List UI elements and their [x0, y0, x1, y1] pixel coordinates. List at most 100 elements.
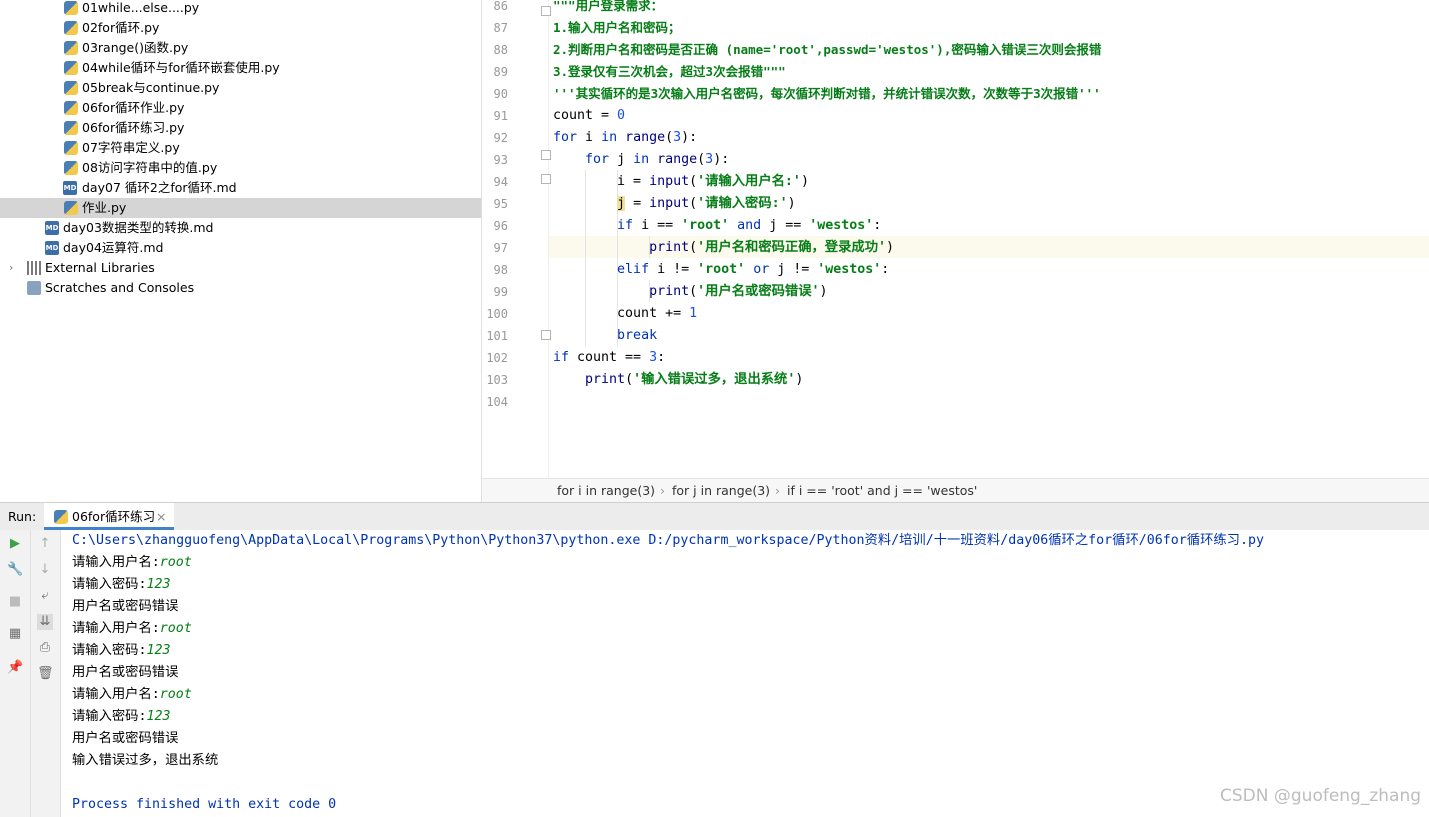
tree-item[interactable]: 02for循环.py: [0, 18, 481, 38]
tree-item[interactable]: MD day03数据类型的转换.md: [0, 218, 481, 238]
console-line: 请输入密码:123: [72, 574, 171, 596]
code-line[interactable]: print('用户名和密码正确，登录成功'): [553, 237, 894, 259]
chevron-right-icon[interactable]: ›: [9, 258, 13, 278]
console-text: 用户名或密码错误: [72, 599, 179, 614]
code-line[interactable]: if i == 'root' and j == 'westos':: [553, 215, 881, 237]
console-user-input: root: [159, 687, 192, 702]
tree-item[interactable]: MD day04运算符.md: [0, 238, 481, 258]
run-tab[interactable]: 06for循环练习 ×: [44, 503, 174, 530]
run-tab-label: 06for循环练习: [72, 509, 156, 524]
line-number: 93: [493, 153, 508, 167]
tree-item[interactable]: 03range()函数.py: [0, 38, 481, 58]
tree-item[interactable]: 08访问字符串中的值.py: [0, 158, 481, 178]
breadcrumb-item[interactable]: for j in range(3): [672, 479, 770, 503]
tree-item[interactable]: 01while...else....py: [0, 0, 481, 18]
console-user-input: 123: [146, 577, 171, 592]
scroll-to-end-icon[interactable]: ⇊: [37, 614, 53, 630]
line-number: 98: [493, 263, 508, 277]
console-output[interactable]: [61, 530, 1429, 817]
arrow-down-icon[interactable]: ↓: [37, 562, 53, 578]
console-command: C:\Users\zhangguofeng\AppData\Local\Prog…: [72, 533, 1264, 548]
python-file-icon: [64, 21, 78, 35]
chevron-right-icon: ›: [775, 483, 780, 498]
python-file-icon: [64, 141, 78, 155]
code-line[interactable]: print('输入错误过多，退出系统'): [553, 369, 803, 391]
fold-marker-icon[interactable]: [541, 6, 551, 16]
stop-icon[interactable]: ■: [7, 594, 23, 610]
console-text: 请输入用户名:: [72, 621, 160, 636]
console-line: 请输入密码:123: [72, 706, 171, 728]
tree-item[interactable]: 06for循环练习.py: [0, 118, 481, 138]
code-line[interactable]: print('用户名或密码错误'): [553, 281, 827, 303]
fold-marker-icon[interactable]: [541, 174, 551, 184]
breadcrumb: for i in range(3) › for j in range(3) › …: [482, 478, 1429, 503]
code-line[interactable]: count = 0: [553, 105, 625, 127]
pin-icon[interactable]: 📌: [7, 660, 23, 676]
tree-item[interactable]: 06for循环作业.py: [0, 98, 481, 118]
rerun-icon[interactable]: ▶: [7, 536, 23, 552]
project-tree: 01while...else....py 02for循环.py 03range(…: [0, 0, 482, 502]
python-file-icon: [64, 1, 78, 15]
tree-item-scratches[interactable]: Scratches and Consoles: [0, 278, 481, 298]
run-side-toolbar: ▶ 🔧 ■ ▦ 📌: [0, 530, 31, 817]
tree-item[interactable]: MD day07 循环2之for循环.md: [0, 178, 481, 198]
soft-wrap-icon[interactable]: ⤶: [37, 588, 53, 604]
console-text: 用户名或密码错误: [72, 665, 179, 680]
tree-item[interactable]: 07字符串定义.py: [0, 138, 481, 158]
code-line[interactable]: j = input('请输入密码:'): [553, 193, 796, 215]
run-label: Run:: [8, 509, 37, 524]
line-number: 92: [493, 131, 508, 145]
code-line[interactable]: for i in range(3):: [553, 127, 697, 149]
console-line: 请输入用户名:root: [72, 684, 192, 706]
markdown-file-icon: MD: [63, 181, 77, 195]
breadcrumb-item[interactable]: for i in range(3): [557, 479, 655, 503]
console-user-input: root: [159, 621, 192, 636]
line-number: 90: [493, 87, 508, 101]
console-text: 用户名或密码错误: [72, 731, 179, 746]
chevron-right-icon: ›: [660, 483, 665, 498]
code-line[interactable]: for j in range(3):: [553, 149, 729, 171]
tree-item-selected[interactable]: 作业.py: [0, 198, 481, 218]
line-number: 95: [493, 197, 508, 211]
tree-item[interactable]: 04while循环与for循环嵌套使用.py: [0, 58, 481, 78]
breadcrumb-item[interactable]: if i == 'root' and j == 'westos': [787, 479, 977, 503]
line-number: 103: [486, 373, 508, 387]
code-line[interactable]: if count == 3:: [553, 347, 665, 369]
code-line[interactable]: break: [553, 325, 657, 347]
python-file-icon: [64, 41, 78, 55]
watermark: CSDN @guofeng_zhang: [1220, 786, 1422, 806]
console-line: 请输入密码:123: [72, 640, 171, 662]
code-line[interactable]: elif i != 'root' or j != 'westos':: [553, 259, 889, 281]
library-icon: [27, 261, 41, 275]
line-number: 100: [486, 307, 508, 321]
code-line[interactable]: """用户登录需求：: [553, 0, 663, 17]
console-text: 输入错误过多，退出系统: [72, 753, 219, 768]
python-file-icon: [64, 161, 78, 175]
code-line[interactable]: 2.判断用户名和密码是否正确 (name='root',passwd='west…: [553, 39, 1101, 61]
fold-marker-icon[interactable]: [541, 330, 551, 340]
code-line[interactable]: 3.登录仅有三次机会，超过3次会报错""": [553, 61, 786, 83]
print-icon[interactable]: ⎙: [37, 640, 53, 656]
tree-item-external-libraries[interactable]: › External Libraries: [0, 258, 481, 278]
console-text: 请输入密码:: [72, 709, 147, 724]
console-line: 输入错误过多，退出系统: [72, 750, 218, 772]
line-number: 96: [493, 219, 508, 233]
python-icon: [54, 510, 68, 524]
console-line: 用户名或密码错误: [72, 596, 178, 618]
code-line[interactable]: 1.输入用户名和密码；: [553, 17, 681, 39]
fold-marker-icon[interactable]: [541, 150, 551, 160]
code-line[interactable]: '''其实循环的是3次输入用户名密码，每次循环判断对错，并统计错误次数，次数等于…: [553, 83, 1101, 105]
trash-icon[interactable]: 🗑: [37, 666, 54, 682]
wrench-icon[interactable]: 🔧: [7, 562, 23, 578]
code-line[interactable]: i = input('请输入用户名:'): [553, 171, 809, 193]
close-icon[interactable]: ×: [156, 503, 166, 530]
arrow-up-icon[interactable]: ↑: [37, 536, 53, 552]
console-user-input: root: [159, 555, 192, 570]
markdown-file-icon: MD: [45, 221, 59, 235]
console-text: Process finished with exit code 0: [72, 797, 337, 812]
layout-icon[interactable]: ▦: [7, 626, 23, 642]
code-line[interactable]: count += 1: [553, 303, 697, 325]
line-number: 101: [486, 329, 508, 343]
line-number: 86: [493, 0, 508, 13]
tree-item[interactable]: 05break与continue.py: [0, 78, 481, 98]
